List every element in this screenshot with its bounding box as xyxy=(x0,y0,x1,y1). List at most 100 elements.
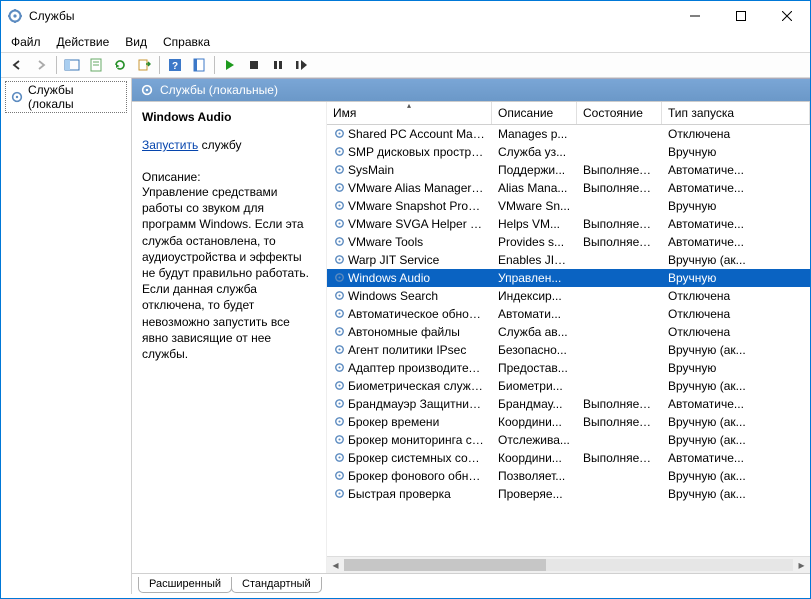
cell-state: Выполняется xyxy=(577,397,662,411)
service-gear-icon xyxy=(333,361,346,374)
cell-startup-type: Автоматиче... xyxy=(662,397,810,411)
cell-description: Биометри... xyxy=(492,379,577,393)
cell-startup-type: Вручную (ак... xyxy=(662,343,810,357)
table-row[interactable]: VMware Snapshot ProviderVMware Sn...Вруч… xyxy=(327,197,810,215)
tree-node-services-local[interactable]: Службы (локалы xyxy=(5,81,127,113)
table-row[interactable]: Автономные файлыСлужба ав...Отключена xyxy=(327,323,810,341)
table-row[interactable]: SysMainПоддержи...ВыполняетсяАвтоматиче.… xyxy=(327,161,810,179)
window-title: Службы xyxy=(29,9,672,23)
scrollbar-thumb[interactable] xyxy=(344,559,546,571)
table-row[interactable]: VMware SVGA Helper ServiceHelps VM...Вып… xyxy=(327,215,810,233)
service-gear-icon xyxy=(333,307,346,320)
back-button[interactable] xyxy=(6,54,28,76)
cell-name: Windows Audio xyxy=(327,271,492,285)
start-service-link[interactable]: Запустить xyxy=(142,138,198,152)
detail-pane: Windows Audio Запустить службу Описание:… xyxy=(132,102,327,573)
cell-state: Выполняется xyxy=(577,181,662,195)
table-row[interactable]: VMware Alias Manager and ...Alias Mana..… xyxy=(327,179,810,197)
menu-action[interactable]: Действие xyxy=(49,33,118,51)
cell-name: Windows Search xyxy=(327,289,492,303)
table-row[interactable]: SMP дисковых пространст...Служба уз...Вр… xyxy=(327,143,810,161)
service-gear-icon xyxy=(333,415,346,428)
column-description[interactable]: Описание xyxy=(492,102,577,124)
table-row[interactable]: Windows SearchИндексир...Отключена xyxy=(327,287,810,305)
cell-description: Alias Mana... xyxy=(492,181,577,195)
close-button[interactable] xyxy=(764,1,810,31)
scroll-left-arrow-icon[interactable]: ◂ xyxy=(327,557,344,574)
tab-extended[interactable]: Расширенный xyxy=(138,577,232,593)
column-startup-type[interactable]: Тип запуска xyxy=(662,102,810,124)
tab-standard[interactable]: Стандартный xyxy=(231,577,322,593)
tree-pane[interactable]: Службы (локалы xyxy=(1,78,132,594)
cell-name: Shared PC Account Manager xyxy=(327,127,492,141)
table-row[interactable]: Брокер мониторинга сред...Отслежива...Вр… xyxy=(327,431,810,449)
menu-help[interactable]: Справка xyxy=(155,33,218,51)
detail-action-suffix: службу xyxy=(198,138,241,152)
help-button[interactable]: ? xyxy=(164,54,186,76)
minimize-button[interactable] xyxy=(672,1,718,31)
restart-service-button[interactable] xyxy=(291,54,313,76)
table-row[interactable]: Windows AudioУправлен...Вручную xyxy=(327,269,810,287)
cell-startup-type: Автоматиче... xyxy=(662,217,810,231)
table-row[interactable]: Брандмауэр Защитника W...Брандмау...Выпо… xyxy=(327,395,810,413)
cell-description: Позволяет... xyxy=(492,469,577,483)
cell-description: Служба уз... xyxy=(492,145,577,159)
column-state[interactable]: Состояние xyxy=(577,102,662,124)
cell-startup-type: Вручную (ак... xyxy=(662,433,810,447)
start-service-button[interactable] xyxy=(219,54,241,76)
rows-container[interactable]: Shared PC Account ManagerManages p...Отк… xyxy=(327,125,810,556)
table-row[interactable]: Warp JIT ServiceEnables JIT ...Вручную (… xyxy=(327,251,810,269)
service-gear-icon xyxy=(333,379,346,392)
stop-service-button[interactable] xyxy=(243,54,265,76)
cell-state: Выполняется xyxy=(577,163,662,177)
cell-name: VMware Snapshot Provider xyxy=(327,199,492,213)
cell-startup-type: Автоматиче... xyxy=(662,181,810,195)
cell-startup-type: Вручную xyxy=(662,361,810,375)
cell-startup-type: Вручную (ак... xyxy=(662,469,810,483)
cell-name: Биометрическая служба ... xyxy=(327,379,492,393)
horizontal-scrollbar[interactable]: ◂ ▸ xyxy=(327,556,810,573)
properties-button[interactable] xyxy=(85,54,107,76)
cell-description: Поддержи... xyxy=(492,163,577,177)
cell-name: Брокер фонового обнару... xyxy=(327,469,492,483)
cell-description: Manages p... xyxy=(492,127,577,141)
table-row[interactable]: Биометрическая служба ...Биометри... Вруч… xyxy=(327,377,810,395)
cell-description: Отслежива... xyxy=(492,433,577,447)
show-hide-tree-button[interactable] xyxy=(61,54,83,76)
table-row[interactable]: Адаптер производительно...Предостав... Вр… xyxy=(327,359,810,377)
forward-button[interactable] xyxy=(30,54,52,76)
cell-startup-type: Вручную xyxy=(662,199,810,213)
column-name[interactable]: Имя▴ xyxy=(327,102,492,124)
export-button[interactable] xyxy=(133,54,155,76)
cell-description: Проверяе... xyxy=(492,487,577,501)
scrollbar-track[interactable] xyxy=(344,559,793,571)
maximize-button[interactable] xyxy=(718,1,764,31)
cell-startup-type: Вручную xyxy=(662,145,810,159)
table-row[interactable]: Агент политики IPsecБезопасно...Вручную … xyxy=(327,341,810,359)
table-row[interactable]: Брокер времениКоордини...ВыполняетсяВруч… xyxy=(327,413,810,431)
pause-service-button[interactable] xyxy=(267,54,289,76)
service-gear-icon xyxy=(333,487,346,500)
cell-startup-type: Вручную (ак... xyxy=(662,379,810,393)
cell-state: Выполняется xyxy=(577,217,662,231)
scroll-right-arrow-icon[interactable]: ▸ xyxy=(793,557,810,574)
cell-name: Адаптер производительно... xyxy=(327,361,492,375)
service-gear-icon xyxy=(333,181,346,194)
cell-description: Координи... xyxy=(492,415,577,429)
table-row[interactable]: VMware ToolsProvides s...ВыполняетсяАвто… xyxy=(327,233,810,251)
menu-file[interactable]: Файл xyxy=(3,33,49,51)
cell-description: Предостав... xyxy=(492,361,577,375)
service-gear-icon xyxy=(333,469,346,482)
service-gear-icon xyxy=(333,289,346,302)
table-row[interactable]: Быстрая проверкаПроверяе...Вручную (ак..… xyxy=(327,485,810,503)
gear-icon xyxy=(10,90,24,104)
table-row[interactable]: Shared PC Account ManagerManages p...Отк… xyxy=(327,125,810,143)
cell-description: Координи... xyxy=(492,451,577,465)
help-index-button[interactable] xyxy=(188,54,210,76)
menu-view[interactable]: Вид xyxy=(117,33,155,51)
table-row[interactable]: Автоматическое обновле...Автомати...Откл… xyxy=(327,305,810,323)
cell-name: Брокер системных событий xyxy=(327,451,492,465)
refresh-button[interactable] xyxy=(109,54,131,76)
table-row[interactable]: Брокер фонового обнару...Позволяет... Вру… xyxy=(327,467,810,485)
table-row[interactable]: Брокер системных событийКоордини...Выпол… xyxy=(327,449,810,467)
